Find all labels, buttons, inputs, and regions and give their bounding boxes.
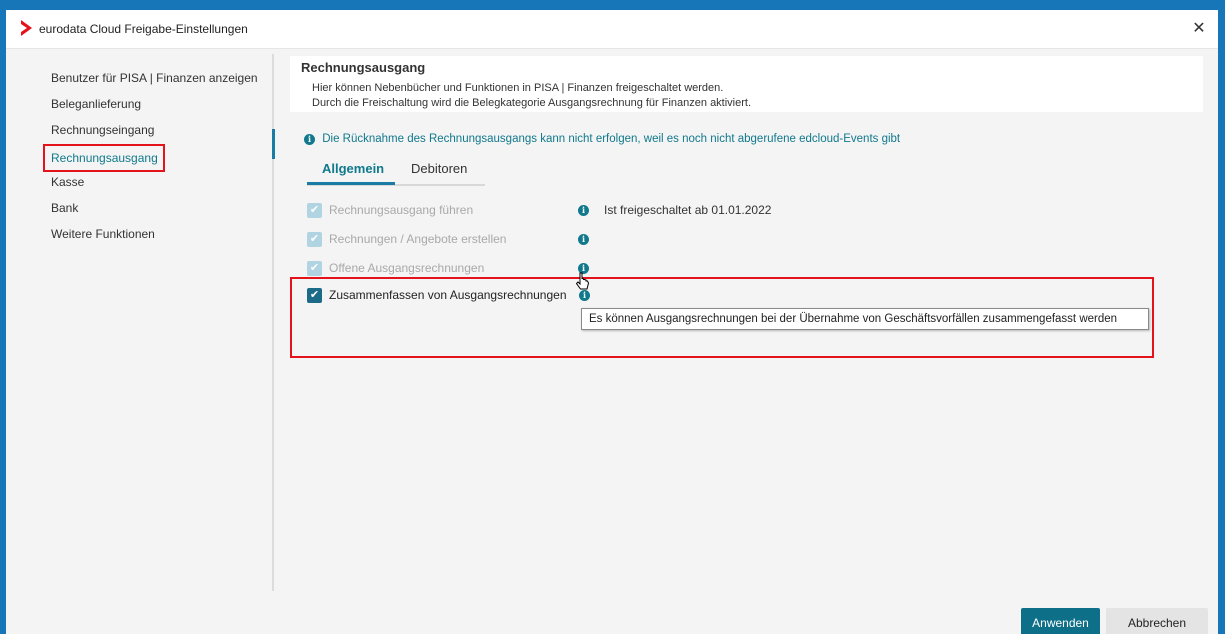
description-line-2: Durch die Freischaltung wird die Belegka… — [312, 97, 752, 109]
checkbox-offene-ausgangsrechnungen[interactable]: ✔ — [307, 261, 322, 276]
sidebar: Benutzer für PISA | Finanzen anzeigen Be… — [6, 49, 275, 594]
title-bar: eurodata Cloud Freigabe-Einstellungen ✕ — [6, 10, 1218, 49]
active-tab-indicator — [307, 182, 395, 185]
unlock-status-text: Ist freigeschaltet ab 01.01.2022 — [604, 203, 772, 217]
option-label: Rechnungen / Angebote erstellen — [329, 232, 507, 246]
tab-allgemein[interactable]: Allgemein — [322, 161, 384, 176]
mouse-pointer-icon — [575, 272, 590, 290]
section-title: Rechnungsausgang — [301, 60, 426, 75]
sidebar-item-beleganlieferung[interactable]: Beleganlieferung — [51, 94, 141, 114]
option-row-rechnungen-angebote: ✔ Rechnungen / Angebote erstellen i — [307, 231, 607, 249]
cancel-button[interactable]: Abbrechen — [1106, 608, 1208, 634]
info-icon: i — [304, 133, 315, 145]
option-label: Offene Ausgangsrechnungen — [329, 261, 485, 275]
description-line-1: Hier können Nebenbücher und Funktionen i… — [312, 82, 724, 94]
apply-button[interactable]: Anwenden — [1021, 608, 1100, 634]
chevron-right-logo — [21, 20, 32, 36]
sidebar-active-indicator — [272, 129, 275, 159]
option-row-rechnungsausgang: ✔ Rechnungsausgang führen i Ist freigesc… — [307, 202, 827, 220]
checkbox-rechnungsausgang[interactable]: ✔ — [307, 203, 322, 218]
window-title: eurodata Cloud Freigabe-Einstellungen — [39, 22, 248, 36]
sidebar-item-benutzer[interactable]: Benutzer für PISA | Finanzen anzeigen — [51, 68, 258, 88]
dialog-footer: Anwenden Abbrechen — [6, 594, 1218, 634]
info-icon[interactable]: i — [578, 234, 589, 245]
tab-bar: Allgemein Debitoren — [307, 156, 485, 186]
sidebar-highlight-box — [43, 144, 165, 172]
info-banner-text: Die Rücknahme des Rechnungsausgangs kann… — [322, 133, 901, 145]
sidebar-item-weitere-funktionen[interactable]: Weitere Funktionen — [51, 224, 155, 244]
option-label: Rechnungsausgang führen — [329, 203, 474, 217]
section-header: Rechnungsausgang Hier können Nebenbücher… — [290, 56, 1203, 112]
checkbox-rechnungen-angebote[interactable]: ✔ — [307, 232, 322, 247]
close-icon[interactable]: ✕ — [1188, 18, 1210, 40]
info-icon[interactable]: i — [578, 205, 589, 216]
tooltip: Es können Ausgangsrechnungen bei der Übe… — [581, 308, 1149, 330]
sidebar-item-bank[interactable]: Bank — [51, 198, 78, 218]
dialog-content: Benutzer für PISA | Finanzen anzeigen Be… — [6, 49, 1218, 634]
sidebar-item-kasse[interactable]: Kasse — [51, 172, 84, 192]
sidebar-item-rechnungseingang[interactable]: Rechnungseingang — [51, 120, 154, 140]
option-row-offene-ausgangsrechnungen: ✔ Offene Ausgangsrechnungen i — [307, 260, 607, 278]
info-banner: i Die Rücknahme des Rechnungsausgangs ka… — [304, 131, 900, 147]
tab-debitoren[interactable]: Debitoren — [411, 161, 467, 176]
